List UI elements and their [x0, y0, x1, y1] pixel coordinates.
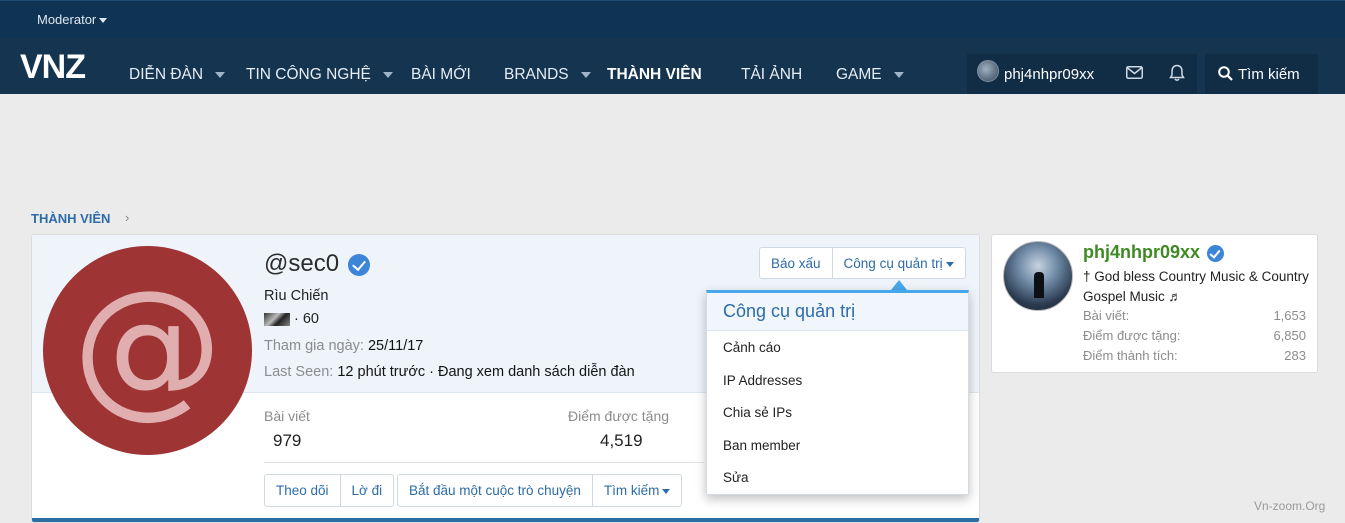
- visitor-stat-value[interactable]: 6,850: [1273, 328, 1306, 343]
- avatar[interactable]: [1003, 241, 1073, 311]
- verified-icon: [1207, 244, 1225, 262]
- joined-row: Tham gia ngày: 25/11/17: [264, 338, 423, 354]
- admin-tools-label: Công cụ quản trị: [843, 256, 943, 271]
- menu-item-ip-addresses[interactable]: IP Addresses: [707, 364, 968, 397]
- menu-arrow: [891, 280, 907, 290]
- visitor-stat-value[interactable]: 1,653: [1273, 308, 1306, 323]
- search-icon: [1218, 66, 1233, 81]
- conversation-group: Bắt đầu một cuộc trò chuyện Tìm kiếm: [397, 474, 683, 507]
- bell-icon[interactable]: [1169, 64, 1185, 87]
- last-seen-value[interactable]: 12 phút trước · Đang xem danh sách diễn …: [337, 364, 634, 380]
- ignore-button[interactable]: Lờ đi: [341, 475, 394, 506]
- joined-value: 25/11/17: [367, 338, 424, 354]
- avatar-letter: @: [72, 259, 223, 433]
- moderator-menu[interactable]: Moderator: [37, 12, 108, 27]
- user-title: Rìu Chiến: [264, 288, 329, 304]
- start-conversation-button[interactable]: Bắt đầu một cuộc trò chuyện: [398, 475, 593, 506]
- nav-item-brands[interactable]: BRANDS: [504, 66, 591, 84]
- nav-item-label: TIN CÔNG NGHỆ: [246, 66, 371, 83]
- visitor-stat-label: Điểm thành tích:: [1083, 348, 1178, 363]
- watermark: Vn-zoom.Org: [1254, 499, 1326, 513]
- stat-reactions-label: Điểm được tặng: [568, 408, 670, 424]
- find-content-button[interactable]: Tìm kiếm: [593, 475, 682, 506]
- rank-level: · 60: [294, 311, 319, 327]
- visitor-stat-label: Điểm được tặng:: [1083, 328, 1181, 343]
- chevron-down-icon[interactable]: [215, 71, 226, 78]
- avatar-figure: [1034, 272, 1044, 298]
- admin-tools-menu: Công cụ quản trị Cảnh cáo IP Addresses C…: [706, 290, 969, 495]
- visitor-stat-label: Bài viết:: [1083, 308, 1130, 323]
- stat-reactions-value[interactable]: 4,519: [600, 431, 643, 451]
- profile-handle: @sec0: [264, 250, 340, 277]
- nav-item-forums[interactable]: DIỄN ĐÀN: [129, 66, 226, 84]
- nav-item-members[interactable]: THÀNH VIÊN: [607, 66, 702, 84]
- stat-posts-value[interactable]: 979: [273, 431, 301, 451]
- inbox-icon[interactable]: [1126, 66, 1143, 84]
- joined-label: Tham gia ngày:: [264, 338, 364, 354]
- nav-item-label: GAME: [836, 66, 882, 83]
- nav-item-new-posts[interactable]: BÀI MỚI: [411, 66, 471, 84]
- nav-item-label: BÀI MỚI: [411, 66, 471, 83]
- last-seen-row: Last Seen: 12 phút trước · Đang xem danh…: [264, 364, 635, 380]
- find-label: Tìm kiếm: [603, 483, 660, 498]
- verified-icon: [347, 253, 370, 276]
- chevron-down-icon: [99, 18, 108, 24]
- chevron-down-icon: [662, 488, 671, 494]
- report-button[interactable]: Báo xấu: [760, 248, 833, 278]
- site-logo[interactable]: VNZ: [20, 50, 86, 84]
- visitor-title: † God bless Country Music & Country Gosp…: [1083, 269, 1309, 304]
- moderator-label: Moderator: [37, 12, 97, 27]
- breadcrumb[interactable]: THÀNH VIÊN: [31, 211, 110, 226]
- account-username[interactable]: phj4nhpr09xx: [1004, 66, 1094, 83]
- nav-item-label: DIỄN ĐÀN: [129, 66, 204, 83]
- moderator-bar: Moderator: [0, 0, 1345, 38]
- search-label-text: Tìm kiếm: [1238, 66, 1300, 83]
- chevron-down-icon: [945, 261, 954, 267]
- menu-item-shared-ips[interactable]: Chia sẻ IPs: [707, 396, 968, 429]
- profile-username: @sec0: [264, 250, 370, 278]
- visitor-stat-value[interactable]: 283: [1284, 348, 1306, 363]
- profile-tabs-bar: [32, 518, 979, 522]
- nav-item-label: BRANDS: [504, 66, 569, 83]
- chevron-down-icon[interactable]: [382, 71, 393, 78]
- rank-badge-icon: [264, 312, 290, 326]
- follow-button[interactable]: Theo dõi: [265, 475, 341, 506]
- chevron-down-icon[interactable]: [893, 71, 904, 78]
- profile-top-buttons: Báo xấu Công cụ quản trị: [759, 247, 966, 279]
- nav-item-game[interactable]: GAME: [836, 66, 904, 84]
- rank-row: · 60: [264, 311, 319, 327]
- admin-tools-button[interactable]: Công cụ quản trị: [833, 248, 965, 278]
- menu-item-warn[interactable]: Cảnh cáo: [707, 331, 968, 364]
- divider: [264, 462, 704, 463]
- search-button-label[interactable]: Tìm kiếm: [1218, 66, 1300, 83]
- chevron-down-icon[interactable]: [580, 71, 591, 78]
- nav-item-tech-news[interactable]: TIN CÔNG NGHỆ: [246, 66, 393, 84]
- avatar[interactable]: [977, 60, 999, 82]
- avatar[interactable]: @: [43, 246, 252, 455]
- menu-item-ban-member[interactable]: Ban member: [707, 429, 968, 462]
- nav-item-upload-image[interactable]: TẢI ẢNH: [741, 66, 802, 84]
- stat-posts-label: Bài viết: [264, 408, 310, 424]
- menu-item-edit[interactable]: Sửa: [707, 461, 968, 494]
- follow-ignore-group: Theo dõi Lờ đi: [264, 474, 395, 507]
- last-seen-label: Last Seen:: [264, 364, 334, 380]
- chevron-right-icon: ›: [125, 210, 130, 225]
- menu-title: Công cụ quản trị: [707, 293, 968, 331]
- visitor-username[interactable]: phj4nhpr09xx: [1083, 242, 1225, 263]
- visitor-name-text: phj4nhpr09xx: [1083, 242, 1201, 262]
- nav-item-label: TẢI ẢNH: [741, 66, 803, 83]
- nav-item-label: THÀNH VIÊN: [607, 66, 702, 83]
